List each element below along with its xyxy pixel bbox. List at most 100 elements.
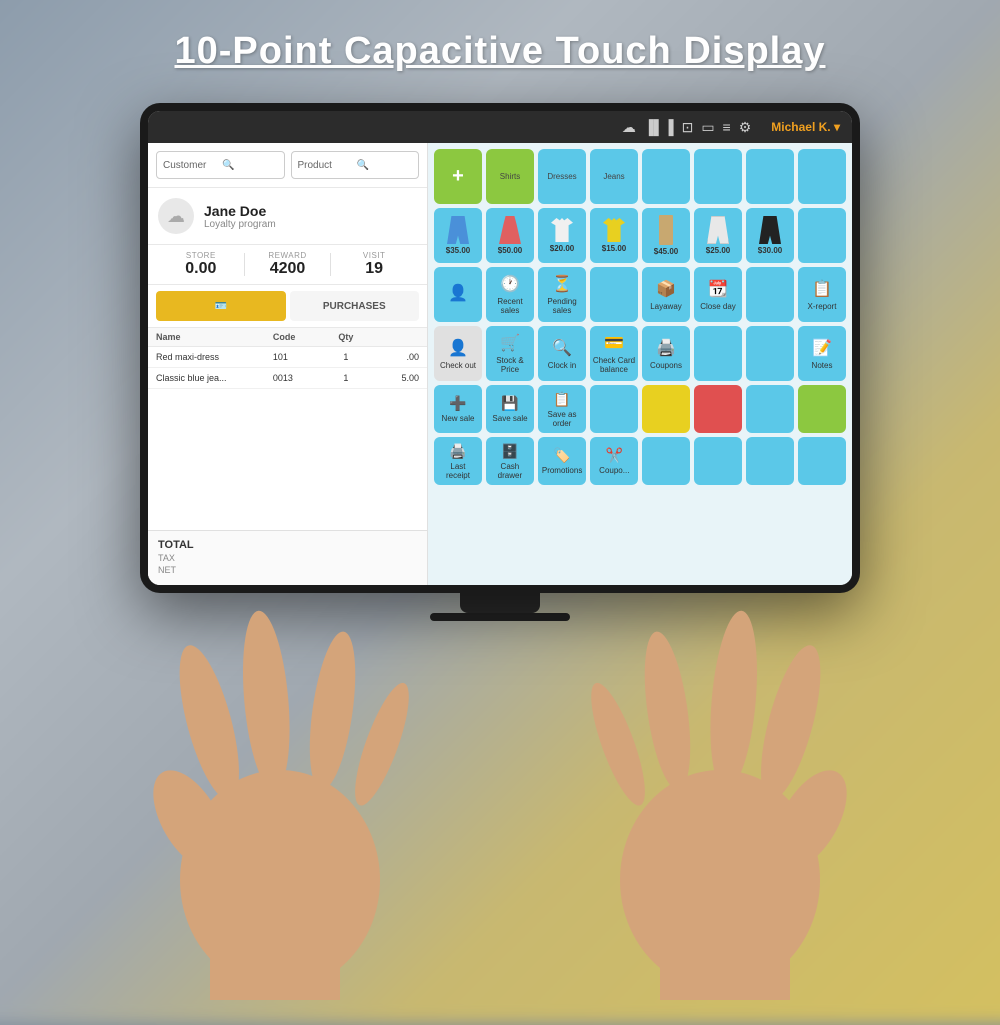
layaway-icon: 📦 [656, 279, 676, 299]
category-jeans[interactable]: Jeans [590, 149, 638, 204]
empty-tile-16 [694, 437, 742, 485]
cash-drawer-button[interactable]: 🗄️ Cash drawer [486, 437, 534, 485]
save-sale-icon: 💾 [501, 395, 518, 412]
tax-row: TAX [158, 553, 417, 563]
category-dresses[interactable]: Dresses [538, 149, 586, 204]
settings-icon[interactable]: ⚙ [739, 119, 752, 136]
promotions-button[interactable]: 🏷️ Promotions [538, 437, 586, 485]
layaway-button[interactable]: 📦 Layaway [642, 267, 690, 322]
reward-value: 4200 [245, 260, 331, 278]
menu-icon: ≡ [723, 119, 731, 135]
promotions-label: Promotions [542, 466, 582, 475]
clock-in-label: Clock in [548, 361, 576, 370]
product-shirt-yellow[interactable]: $15.00 [590, 208, 638, 263]
stat-visit: VISIT 19 [331, 251, 417, 278]
row1-qty: 1 [331, 352, 360, 362]
clock-in-button[interactable]: 🔍 Clock in [538, 326, 586, 381]
stock-price-label: Stock & Price [488, 356, 532, 374]
layaway-label: Layaway [650, 302, 682, 311]
empty-tile-13 [746, 385, 794, 433]
close-day-button[interactable]: 📆 Close day [694, 267, 742, 322]
product-black-pants[interactable]: $30.00 [746, 208, 794, 263]
product-search-box[interactable]: Product 🔍 [291, 151, 420, 179]
empty-tile-11 [642, 385, 690, 433]
coupons-button[interactable]: ✂️ Coupo... [590, 437, 638, 485]
price-7: $30.00 [758, 246, 782, 255]
product-tan[interactable]: $45.00 [642, 208, 690, 263]
last-receipt-button[interactable]: 🖨️ Last receipt [434, 437, 482, 485]
empty-tile-4 [798, 149, 846, 204]
customer-search-label: Customer [163, 160, 218, 171]
left-panel: Customer 🔍 Product 🔍 ☁ Jane Doe [148, 143, 428, 585]
product-jeans-blue[interactable]: $35.00 [434, 208, 482, 263]
product-dress-pink[interactable]: $50.00 [486, 208, 534, 263]
shirts-label: Shirts [500, 172, 520, 181]
category-shirts[interactable]: Shirts [486, 149, 534, 204]
new-sale-button[interactable]: ➕ New sale [434, 385, 482, 433]
recent-sales-icon: 🕐 [500, 274, 520, 294]
last-receipt-icon: 🖨️ [449, 443, 466, 460]
add-product-button[interactable]: + [434, 149, 482, 204]
monitor-frame: ☁ ▐▌▐ ⊡ ▭ ≡ ⚙ Michael K. ▾ Customer [140, 103, 860, 593]
check-card-icon: 💳 [604, 333, 624, 353]
empty-tile-17 [746, 437, 794, 485]
screen: ☁ ▐▌▐ ⊡ ▭ ≡ ⚙ Michael K. ▾ Customer [148, 111, 852, 585]
clock-in-icon: 🔍 [552, 338, 572, 358]
display-icon: ⊡ [682, 119, 694, 136]
bottom-row-2: 🖨️ Last receipt 🗄️ Cash drawer 🏷️ Promot… [434, 437, 846, 485]
row1-price: .00 [361, 352, 419, 362]
save-order-button[interactable]: 📋 Save as order [538, 385, 586, 433]
customer-search-box[interactable]: Customer 🔍 [156, 151, 285, 179]
coupons-print-button[interactable]: 🖨️ Coupons [642, 326, 690, 381]
net-row: NET [158, 565, 417, 575]
tab-id-button[interactable]: 🪪 [156, 291, 286, 321]
store-label: STORE [158, 251, 244, 260]
notes-icon: 📝 [812, 338, 832, 358]
col-header-code: Code [273, 332, 331, 342]
total-label: TOTAL [158, 539, 194, 551]
pending-sales-label: Pending sales [540, 297, 584, 315]
hands-overlay [120, 600, 880, 1000]
empty-tile-10 [590, 385, 638, 433]
price-4: $15.00 [602, 244, 626, 253]
notes-label: Notes [812, 361, 833, 370]
checkout-button[interactable]: 👤 Check out [434, 326, 482, 381]
table-row: Red maxi-dress 101 1 .00 [148, 347, 427, 368]
pending-sales-button[interactable]: ⏳ Pending sales [538, 267, 586, 322]
product-shirt-white[interactable]: $20.00 [538, 208, 586, 263]
topbar-icons: ☁ ▐▌▐ ⊡ ▭ ≡ ⚙ [622, 119, 751, 136]
order-table: Name Code Qty Red maxi-dress 101 1 .00 [148, 328, 427, 530]
reward-label: REWARD [245, 251, 331, 260]
stock-price-button[interactable]: 🛒 Stock & Price [486, 326, 534, 381]
save-order-icon: 📋 [553, 391, 570, 408]
products-row: $35.00 $50.00 $20.00 [434, 208, 846, 263]
save-sale-button[interactable]: 💾 Save sale [486, 385, 534, 433]
save-order-label: Save as order [542, 410, 582, 428]
tab-purchases-button[interactable]: PURCHASES [290, 291, 420, 321]
price-6: $25.00 [706, 246, 730, 255]
tan-icon [659, 215, 673, 245]
signal-icon: ▐▌▐ [644, 119, 674, 135]
stats-row: STORE 0.00 REWARD 4200 VISIT 19 [148, 245, 427, 285]
window-icon: ▭ [701, 119, 714, 136]
col-header-price [361, 332, 419, 342]
add-customer-icon: 👤 [448, 283, 468, 303]
stat-store: STORE 0.00 [158, 251, 244, 278]
x-report-label: X-report [808, 302, 837, 311]
topbar-user[interactable]: Michael K. ▾ [771, 120, 840, 134]
check-card-button[interactable]: 💳 Check Card balance [590, 326, 638, 381]
x-report-icon: 📋 [812, 279, 832, 299]
add-customer-button[interactable]: 👤 [434, 267, 482, 322]
notes-button[interactable]: 📝 Notes [798, 326, 846, 381]
pos-content: Customer 🔍 Product 🔍 ☁ Jane Doe [148, 143, 852, 585]
product-white-pants[interactable]: $25.00 [694, 208, 742, 263]
x-report-button[interactable]: 📋 X-report [798, 267, 846, 322]
recent-sales-button[interactable]: 🕐 Recent sales [486, 267, 534, 322]
price-1: $35.00 [446, 246, 470, 255]
price-2: $50.00 [498, 246, 522, 255]
totals-area: TOTAL TAX NET [148, 530, 427, 585]
customer-search-icon: 🔍 [222, 160, 277, 171]
check-card-label: Check Card balance [592, 356, 636, 374]
category-row: + Shirts Dresses Jeans [434, 149, 846, 204]
row2-price: 5.00 [361, 373, 419, 383]
